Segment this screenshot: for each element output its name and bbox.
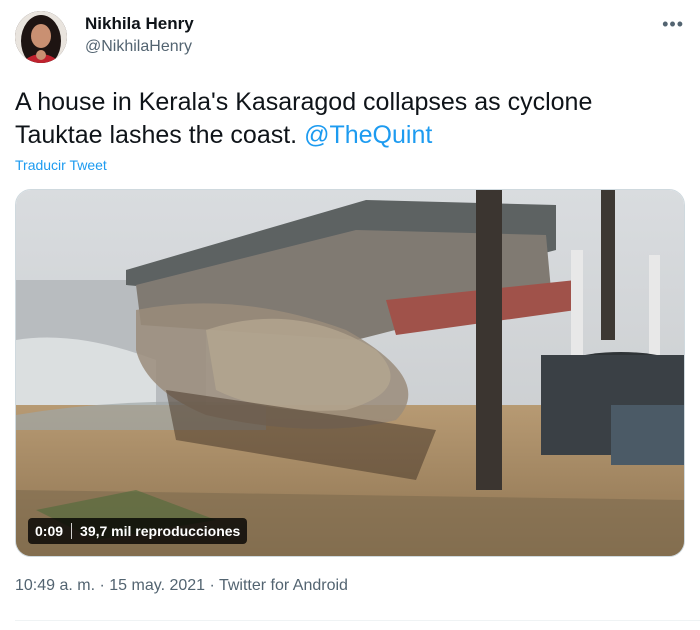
translate-tweet-link[interactable]: Traducir Tweet [15,157,107,173]
video-duration: 0:09 [35,523,64,539]
tweet-time[interactable]: 10:49 a. m. [15,577,95,594]
meta-separator-2: · [209,577,215,594]
divider [15,620,700,621]
tweet-metadata: 10:49 a. m. · 15 may. 2021 · Twitter for… [15,577,348,595]
avatar[interactable] [15,11,67,63]
more-options-icon[interactable]: ••• [662,14,684,35]
meta-separator: · [99,577,105,594]
author-name[interactable]: Nikhila Henry [85,14,194,34]
tweet-date[interactable]: 15 may. 2021 [109,577,205,594]
mention-link[interactable]: @TheQuint [304,121,432,149]
video-player[interactable] [15,189,685,557]
author-handle[interactable]: @NikhilaHenry [85,38,192,56]
tweet-source[interactable]: Twitter for Android [219,577,348,594]
video-stats-badge: 0:09 39,7 mil reproducciones [28,518,248,544]
video-thumbnail [16,190,684,556]
video-views: 39,7 mil reproducciones [80,523,241,539]
badge-divider [71,523,73,539]
tweet-text: A house in Kerala's Kasaragod collapses … [15,86,675,152]
